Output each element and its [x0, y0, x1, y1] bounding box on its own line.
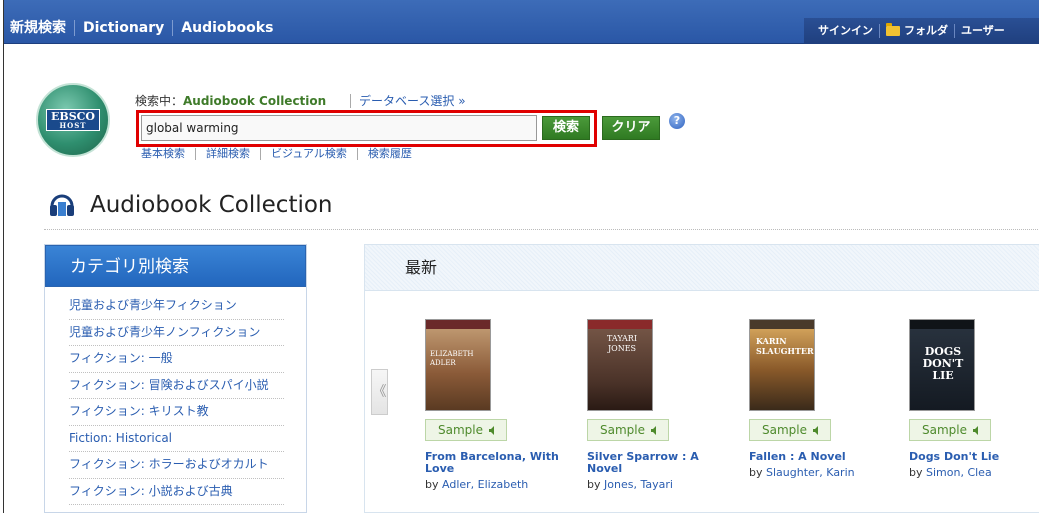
- cover-banner: [426, 320, 490, 329]
- category-item[interactable]: フィクション: 冒険およびスパイ小説: [69, 373, 284, 399]
- database-select-link[interactable]: データベース選択 »: [350, 94, 466, 108]
- author-by: by: [425, 478, 439, 491]
- cover-title: KARIN SLAUGHTER: [756, 336, 814, 356]
- book-title[interactable]: From Barcelona, With Love: [425, 451, 560, 475]
- book-title[interactable]: Silver Sparrow : A Novel: [587, 451, 722, 475]
- book-cover[interactable]: TAYARI JONES: [587, 319, 653, 411]
- book-card: KARIN SLAUGHTER Sample Fallen : A Novel …: [749, 319, 889, 479]
- category-item[interactable]: フィクション: ホラーおよびオカルト: [69, 452, 284, 479]
- latest-panel: 最新 《 ELIZABETH ADLER Sample From Barcelo…: [364, 244, 1039, 513]
- author-by: by: [587, 478, 601, 491]
- book-cover[interactable]: KARIN SLAUGHTER: [749, 319, 815, 411]
- help-icon[interactable]: ?: [669, 113, 685, 129]
- category-item[interactable]: Fiction: Historical: [69, 426, 284, 452]
- basic-search-link[interactable]: 基本検索: [141, 148, 195, 160]
- sign-in-link[interactable]: サインイン: [818, 24, 879, 38]
- sample-label: Sample: [600, 423, 645, 437]
- book-card: DOGS DON'T LIE Sample Dogs Don't Lie by …: [909, 319, 1039, 479]
- speaker-icon: [973, 426, 978, 435]
- cover-banner: [750, 320, 814, 329]
- searching-line: 検索中：Audiobook Collection データベース選択 »: [135, 92, 466, 109]
- book-cover[interactable]: ELIZABETH ADLER: [425, 319, 491, 411]
- advanced-search-link[interactable]: 詳細検索: [195, 148, 260, 160]
- search-input[interactable]: [141, 115, 537, 141]
- book-author: by Jones, Tayari: [587, 478, 727, 491]
- searching-label: 検索中：: [135, 94, 184, 108]
- topnav-audiobooks[interactable]: Audiobooks: [172, 20, 281, 36]
- sample-label: Sample: [922, 423, 967, 437]
- search-button[interactable]: 検索: [542, 116, 590, 140]
- book-author: by Slaughter, Karin: [749, 466, 889, 479]
- ebsco-logo[interactable]: EBSCO HOST: [36, 83, 110, 157]
- cover-banner: [588, 320, 652, 329]
- search-history-link[interactable]: 検索履歴: [356, 148, 422, 160]
- book-title[interactable]: Dogs Don't Lie: [909, 451, 1039, 463]
- cover-title: DOGS DON'T LIE: [922, 345, 964, 382]
- topnav-new-search[interactable]: 新規検索: [10, 20, 74, 36]
- divider: [44, 229, 1039, 231]
- cover-title: ELIZABETH ADLER: [430, 350, 474, 367]
- logo-badge: EBSCO HOST: [46, 109, 100, 131]
- sample-label: Sample: [438, 423, 483, 437]
- user-toolbar: サインイン フォルダ ユーザー: [804, 18, 1039, 44]
- author-link[interactable]: Jones, Tayari: [604, 478, 673, 491]
- folder-label: フォルダ: [904, 24, 948, 37]
- category-item[interactable]: 児童および青少年ノンフィクション: [69, 320, 284, 346]
- sample-button[interactable]: Sample: [587, 419, 669, 441]
- cover-banner: [910, 320, 974, 329]
- book-title[interactable]: Fallen : A Novel: [749, 451, 884, 463]
- sample-button[interactable]: Sample: [909, 419, 991, 441]
- visual-search-link[interactable]: ビジュアル検索: [260, 148, 357, 160]
- logo-line2: HOST: [59, 121, 87, 130]
- collection-title: Audiobook Collection: [90, 192, 333, 218]
- page: 新規検索 Dictionary Audiobooks サインイン フォルダ ユー…: [3, 0, 1039, 513]
- prev-arrow-button[interactable]: 《: [371, 369, 388, 415]
- book-cover[interactable]: DOGS DON'T LIE: [909, 319, 975, 411]
- author-by: by: [909, 466, 923, 479]
- latest-header: 最新: [365, 245, 1039, 291]
- category-item[interactable]: 児童および青少年フィクション: [69, 293, 284, 320]
- sample-button[interactable]: Sample: [425, 419, 507, 441]
- category-item[interactable]: フィクション: キリスト教: [69, 399, 284, 426]
- folder-icon: [886, 23, 900, 36]
- top-toolbar: 新規検索 Dictionary Audiobooks サインイン フォルダ ユー…: [4, 0, 1039, 44]
- category-list: 児童および青少年フィクション 児童および青少年ノンフィクション フィクション: …: [45, 287, 306, 505]
- cover-title: TAYARI JONES: [607, 334, 637, 353]
- folder-link[interactable]: フォルダ: [879, 23, 954, 38]
- database-name: Audiobook Collection: [183, 94, 327, 108]
- author-link[interactable]: Adler, Elizabeth: [442, 478, 528, 491]
- clear-button[interactable]: クリア: [602, 116, 660, 140]
- book-author: by Simon, Clea: [909, 466, 1039, 479]
- author-link[interactable]: Simon, Clea: [926, 466, 992, 479]
- category-item[interactable]: フィクション: 一般: [69, 346, 284, 373]
- user-link[interactable]: ユーザー: [954, 24, 1011, 38]
- headphones-icon: [50, 194, 74, 216]
- book-card: TAYARI JONES Sample Silver Sparrow : A N…: [587, 319, 727, 491]
- category-header: カテゴリ別検索: [45, 245, 306, 287]
- book-card: ELIZABETH ADLER Sample From Barcelona, W…: [425, 319, 565, 491]
- author-link[interactable]: Slaughter, Karin: [766, 466, 855, 479]
- category-item[interactable]: フィクション: 小説および古典: [69, 479, 284, 505]
- speaker-icon: [651, 426, 656, 435]
- speaker-icon: [489, 426, 494, 435]
- author-by: by: [749, 466, 763, 479]
- book-author: by Adler, Elizabeth: [425, 478, 565, 491]
- speaker-icon: [813, 426, 818, 435]
- search-mode-links: 基本検索 詳細検索 ビジュアル検索 検索履歴: [141, 148, 422, 160]
- top-nav: 新規検索 Dictionary Audiobooks: [10, 20, 281, 36]
- sample-button[interactable]: Sample: [749, 419, 831, 441]
- sample-label: Sample: [762, 423, 807, 437]
- category-sidebar: カテゴリ別検索 児童および青少年フィクション 児童および青少年ノンフィクション …: [44, 244, 307, 513]
- topnav-dictionary[interactable]: Dictionary: [74, 20, 172, 36]
